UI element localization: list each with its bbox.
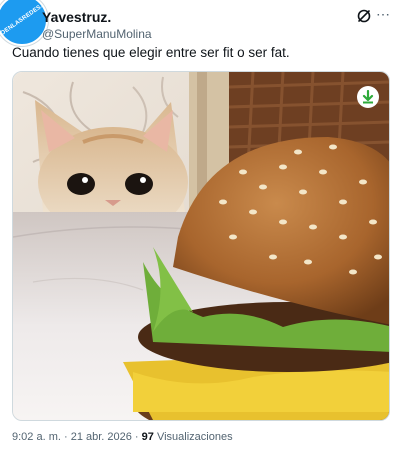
site-watermark-badge: VISTOENLASREDES.COM — [0, 0, 48, 46]
views-label: Visualizaciones — [153, 431, 233, 443]
tweet-image-artwork — [13, 72, 389, 420]
tweet-date[interactable]: 21 abr. 2026 — [71, 431, 132, 443]
tweet-image[interactable] — [12, 71, 390, 421]
tweet-metadata: 9:02 a. m. · 21 abr. 2026 · 97 Visualiza… — [12, 431, 233, 443]
tweet-time[interactable]: 9:02 a. m. — [12, 431, 61, 443]
meta-separator: · — [131, 431, 142, 443]
views-count: 97 — [141, 431, 154, 443]
site-watermark-label: VISTOENLASREDES.COM — [0, 0, 48, 45]
more-icon[interactable]: ⋯ — [376, 6, 391, 23]
download-arrow-icon[interactable] — [357, 86, 379, 108]
grok-icon[interactable] — [356, 8, 372, 24]
meta-separator: · — [60, 431, 71, 443]
author-handle[interactable]: @SuperManuMolina — [42, 27, 152, 41]
tweet-text: Cuando tienes que elegir entre ser fit o… — [12, 45, 290, 60]
author-display-name[interactable]: Yavestruz. — [42, 9, 111, 25]
